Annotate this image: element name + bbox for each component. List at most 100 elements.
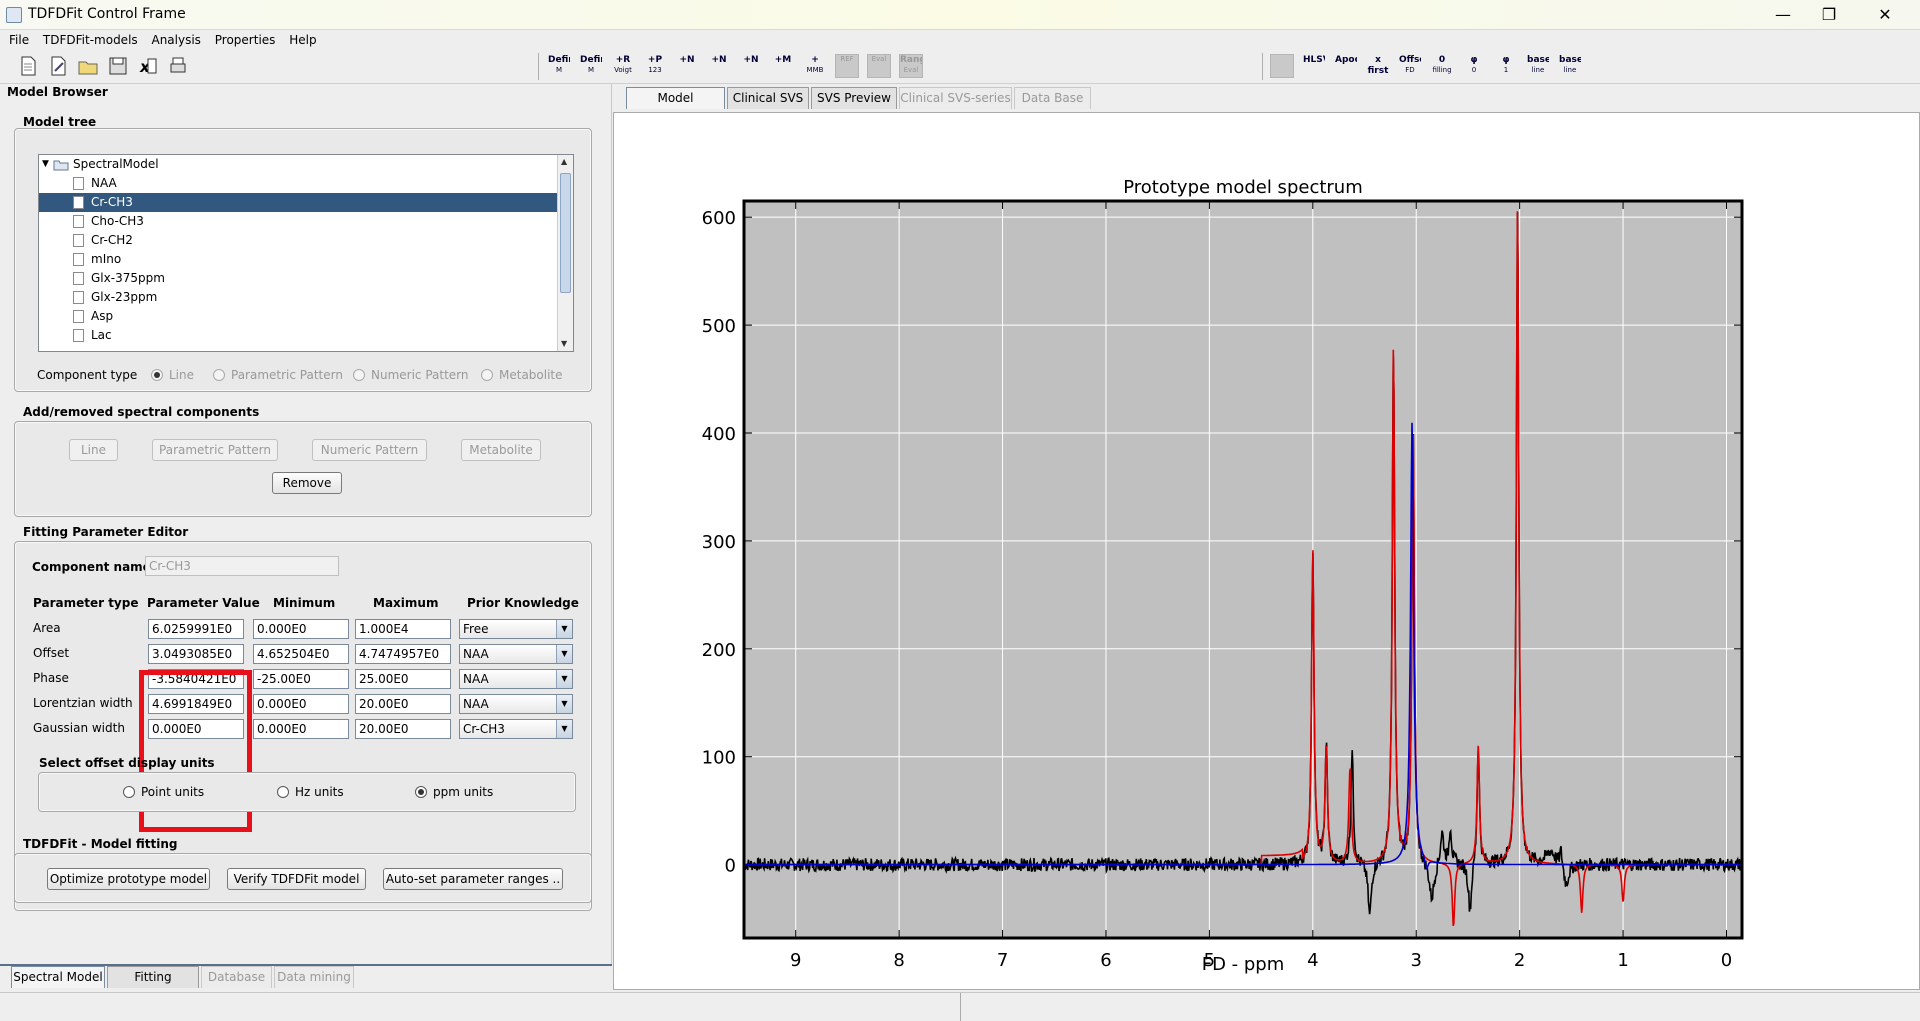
chevron-down-icon[interactable]: ▼ xyxy=(556,720,572,738)
close-button[interactable]: ✕ xyxy=(1870,4,1900,26)
tab-clinical-svs-series[interactable]: Clinical SVS-series xyxy=(899,87,1012,109)
param-value-field[interactable]: 6.0259991E0 xyxy=(148,619,244,639)
component-name-field[interactable]: Cr-CH3 xyxy=(145,556,339,576)
tree-item[interactable]: Asp xyxy=(39,307,559,326)
model-tool-button-11[interactable]: RangeEval xyxy=(899,54,923,78)
tree-item[interactable]: Cho-CH3 xyxy=(39,212,559,231)
tab-database[interactable]: Database xyxy=(201,966,272,988)
add-numeric-pattern-button[interactable]: Numeric Pattern xyxy=(312,439,427,461)
add-line-button[interactable]: Line xyxy=(69,439,118,461)
tree-root[interactable]: ▼ SpectralModel xyxy=(39,155,559,174)
processing-tool-button-6[interactable]: φ0 xyxy=(1462,54,1486,78)
component-type-line[interactable]: Line xyxy=(151,368,194,382)
tree-item[interactable]: NAA xyxy=(39,174,559,193)
tree-item[interactable]: Cr-CH2 xyxy=(39,231,559,250)
model-tool-button-0[interactable]: DefineM xyxy=(547,54,571,78)
offset-unit-point[interactable]: Point units xyxy=(123,785,204,799)
param-min-field[interactable]: 4.652504E0 xyxy=(253,644,349,664)
restore-button[interactable]: ❐ xyxy=(1814,4,1844,26)
verify-model-button[interactable]: Verify TDFDFit model xyxy=(227,868,366,890)
tab-model-prototype[interactable]: Model Prototype xyxy=(626,87,725,125)
processing-tool-button-4[interactable]: OffsetFD xyxy=(1398,54,1422,78)
model-tool-button-3[interactable]: +P 123 xyxy=(643,54,667,78)
export-excel-icon[interactable]: x xyxy=(136,54,160,78)
scroll-thumb[interactable] xyxy=(560,173,571,293)
prior-knowledge-select[interactable]: NAA ▼ xyxy=(459,669,573,689)
model-tool-button-9[interactable]: REF xyxy=(835,54,859,78)
param-max-field[interactable]: 1.000E4 xyxy=(355,619,451,639)
edit-file-icon[interactable] xyxy=(46,54,70,78)
chevron-down-icon[interactable]: ▼ xyxy=(556,645,572,663)
tree-item[interactable]: Lac xyxy=(39,326,559,345)
param-max-field[interactable]: 4.7474957E0 xyxy=(355,644,451,664)
model-tool-button-6[interactable]: +N xyxy=(739,54,763,78)
remove-button[interactable]: Remove xyxy=(272,472,342,494)
processing-tool-button-2[interactable]: Apod. xyxy=(1334,54,1358,78)
tree-item[interactable]: mIno xyxy=(39,250,559,269)
processing-tool-button-7[interactable]: φ1 xyxy=(1494,54,1518,78)
component-type-numeric[interactable]: Numeric Pattern xyxy=(353,368,469,382)
menu-analysis[interactable]: Analysis xyxy=(151,30,200,50)
open-folder-icon[interactable] xyxy=(76,54,100,78)
offset-unit-ppm[interactable]: ppm units xyxy=(415,785,493,799)
model-tree[interactable]: ▼ SpectralModel NAA Cr-CH3 Cho-CH3 Cr-CH2 mI… xyxy=(38,154,574,352)
tab-spectral-model[interactable]: Spectral Model xyxy=(11,966,105,988)
new-file-icon[interactable] xyxy=(16,54,40,78)
processing-tool-button-1[interactable]: HLSVD xyxy=(1302,54,1326,78)
processing-tool-button-5[interactable]: 0 filling xyxy=(1430,54,1454,78)
tab-svs-preview[interactable]: SVS Preview xyxy=(811,87,897,109)
prior-knowledge-select[interactable]: NAA ▼ xyxy=(459,644,573,664)
param-max-field[interactable]: 25.00E0 xyxy=(355,669,451,689)
model-tool-button-1[interactable]: DefineM xyxy=(579,54,603,78)
expand-arrow-icon[interactable]: ▼ xyxy=(42,155,49,174)
param-max-field[interactable]: 20.00E0 xyxy=(355,694,451,714)
auto-set-ranges-button[interactable]: Auto-set parameter ranges .. xyxy=(383,868,563,890)
optimize-prototype-button[interactable]: Optimize prototype model xyxy=(47,868,210,890)
tab-data-base[interactable]: Data Base xyxy=(1014,87,1091,109)
scroll-down-icon[interactable]: ▼ xyxy=(561,339,567,348)
processing-tool-button-9[interactable]: base-line xyxy=(1558,54,1582,78)
model-tool-button-2[interactable]: +R Voigt xyxy=(611,54,635,78)
processing-tool-button-3[interactable]: x firstTD pnt xyxy=(1366,54,1390,78)
component-type-metabolite[interactable]: Metabolite xyxy=(481,368,563,382)
chevron-down-icon[interactable]: ▼ xyxy=(556,620,572,638)
tree-item[interactable]: Cr-CH3 xyxy=(39,193,559,212)
tree-scrollbar[interactable]: ▲ ▼ xyxy=(557,155,573,351)
prior-knowledge-select[interactable]: Cr-CH3 ▼ xyxy=(459,719,573,739)
save-icon[interactable] xyxy=(106,54,130,78)
chevron-down-icon[interactable]: ▼ xyxy=(556,670,572,688)
spectrum-chart[interactable]: 9 8 7 6 5 4 3 2 1 00100200300400500600Prototype m… xyxy=(614,113,1919,989)
scroll-up-icon[interactable]: ▲ xyxy=(561,157,567,166)
model-tool-button-10[interactable]: Eval xyxy=(867,54,891,78)
model-tool-button-5[interactable]: +N xyxy=(707,54,731,78)
component-type-parametric[interactable]: Parametric Pattern xyxy=(213,368,343,382)
print-icon[interactable] xyxy=(166,54,190,78)
processing-tool-button-8[interactable]: base-line xyxy=(1526,54,1550,78)
add-metabolite-button[interactable]: Metabolite xyxy=(461,439,541,461)
param-min-field[interactable]: 0.000E0 xyxy=(253,619,349,639)
minimize-button[interactable]: — xyxy=(1768,4,1798,26)
chevron-down-icon[interactable]: ▼ xyxy=(556,695,572,713)
tree-item[interactable]: Glx-23ppm xyxy=(39,288,559,307)
model-tool-button-8[interactable]: + MMB xyxy=(803,54,827,78)
tab-clinical-svs[interactable]: Clinical SVS xyxy=(727,87,809,109)
offset-unit-hz[interactable]: Hz units xyxy=(277,785,344,799)
model-tool-button-7[interactable]: +M xyxy=(771,54,795,78)
add-parametric-pattern-button[interactable]: Parametric Pattern xyxy=(152,439,278,461)
param-max-field[interactable]: 20.00E0 xyxy=(355,719,451,739)
tab-fitting-strategy[interactable]: Fitting Strategy xyxy=(107,966,199,1004)
tab-data-mining[interactable]: Data mining xyxy=(274,966,354,988)
prior-knowledge-select[interactable]: NAA ▼ xyxy=(459,694,573,714)
param-min-field[interactable]: -25.00E0 xyxy=(253,669,349,689)
prior-knowledge-select[interactable]: Free ▼ xyxy=(459,619,573,639)
processing-tool-button-0[interactable] xyxy=(1270,54,1294,78)
param-min-field[interactable]: 0.000E0 xyxy=(253,694,349,714)
menu-properties[interactable]: Properties xyxy=(215,30,276,50)
tree-item[interactable]: Glx-375ppm xyxy=(39,269,559,288)
menu-help[interactable]: Help xyxy=(289,30,316,50)
menu-tdfdfit-models[interactable]: TDFDFit-models xyxy=(43,30,138,50)
param-min-field[interactable]: 0.000E0 xyxy=(253,719,349,739)
model-tool-button-4[interactable]: +N xyxy=(675,54,699,78)
param-value-field[interactable]: 3.0493085E0 xyxy=(148,644,244,664)
menu-file[interactable]: File xyxy=(9,30,29,50)
